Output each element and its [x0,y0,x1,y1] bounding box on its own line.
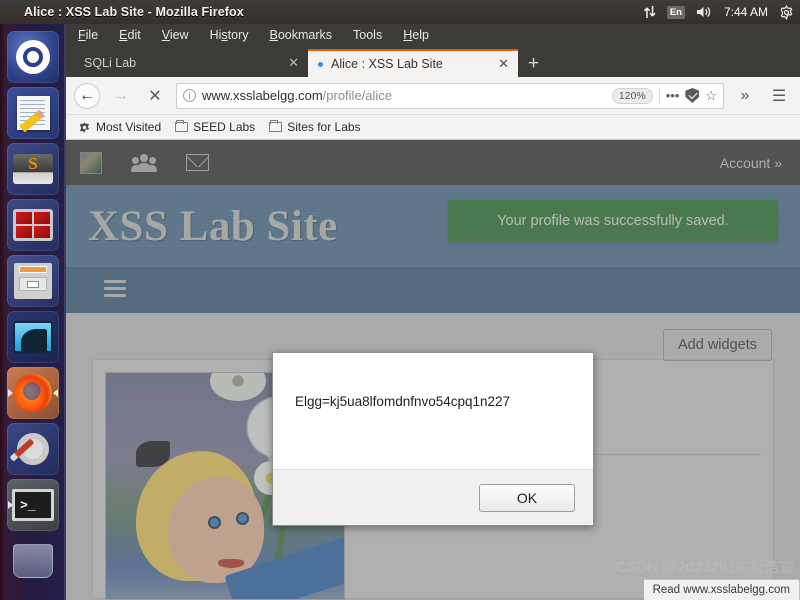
gear-icon [80,121,89,133]
alert-footer: OK [273,469,593,525]
launcher-item-terminal[interactable]: >_ [7,479,59,531]
terminal-icon: >_ [12,489,54,521]
stop-button[interactable]: ✕ [142,83,168,109]
hamburger-menu-icon[interactable] [104,279,126,301]
clock[interactable]: 7:44 AM [724,5,768,19]
trash-icon [13,544,53,578]
launcher-item-trash[interactable] [7,535,59,587]
menu-file[interactable]: File [78,28,98,42]
unity-top-panel: Alice : XSS Lab Site - Mozilla Firefox E… [0,0,800,24]
tab-label: SQLi Lab [84,56,137,70]
files-icon [14,263,52,299]
forward-button[interactable]: → [108,83,134,109]
url-host: www.xsslabelgg.com [202,88,323,103]
hamburger-menu-button[interactable]: ☰ [766,83,792,109]
alert-body: Elgg=kj5ua8lfomdnfnvo54cpq1n227 [273,353,593,469]
menu-history[interactable]: History [210,28,249,42]
menu-tools[interactable]: Tools [353,28,382,42]
site-info-icon[interactable]: i [183,89,196,102]
screen-root: Alice : XSS Lab Site - Mozilla Firefox E… [0,0,800,600]
elgg-topbar: Account » [66,140,800,185]
envelope-icon[interactable] [186,154,209,171]
launcher-item-files[interactable] [7,255,59,307]
bookmarks-toolbar: Most Visited SEED Labs Sites for Labs [66,115,800,140]
firefox-window: File Edit View History Bookmarks Tools H… [66,24,800,600]
wireshark-icon [13,321,53,353]
menu-bookmarks[interactable]: Bookmarks [270,28,333,42]
bookmark-most-visited[interactable]: Most Visited [78,120,161,134]
menu-help[interactable]: Help [403,28,429,42]
launcher-item-system-settings[interactable] [7,423,59,475]
add-widgets-button[interactable]: Add widgets [663,329,772,361]
launcher-item-ubuntu-dash[interactable] [7,31,59,83]
tab-strip: SQLi Lab ✕ Alice : XSS Lab Site ✕ + [66,46,800,77]
menu-edit[interactable]: Edit [119,28,141,42]
bookmark-star-icon[interactable]: ☆ [705,88,717,104]
menu-bar: File Edit View History Bookmarks Tools H… [66,24,800,46]
keyboard-layout-indicator[interactable]: En [666,5,685,19]
user-avatar-icon[interactable] [80,151,102,174]
navigation-toolbar: ← → ✕ i www.xsslabelgg.com/profile/alice… [66,77,800,115]
launcher-item-vmware[interactable] [7,199,59,251]
tab-loading-dot-icon [318,61,323,67]
bookmark-label: Sites for Labs [287,120,361,134]
success-message-banner: Your profile was successfully saved. [448,200,778,242]
url-separator [658,87,660,104]
back-button[interactable]: ← [74,82,100,109]
settings-gear-icon [9,433,49,465]
account-menu[interactable]: Account » [720,155,782,171]
alert-message: Elgg=kj5ua8lfomdnfnvo54cpq1n227 [295,394,511,409]
page-content: Account » XSS Lab Site Your profile was … [66,140,800,600]
bookmark-label: SEED Labs [193,120,256,134]
network-up-down-icon[interactable] [643,5,656,19]
tab-close-icon[interactable]: ✕ [498,56,509,72]
elgg-topbar-icons [80,151,209,174]
tab-label: Alice : XSS Lab Site [331,57,443,71]
menu-view[interactable]: View [162,28,189,42]
javascript-alert-dialog: Elgg=kj5ua8lfomdnfnvo54cpq1n227 OK [272,352,594,526]
tab-sqli-lab[interactable]: SQLi Lab ✕ [70,49,308,77]
url-text: www.xsslabelgg.com/profile/alice [202,88,606,103]
alert-ok-button[interactable]: OK [479,483,575,512]
folder-icon [175,119,189,132]
tab-close-icon[interactable]: ✕ [288,55,299,71]
friends-icon[interactable] [131,153,157,172]
bookmark-label: Most Visited [96,120,162,134]
sublime-text-icon: S [13,154,53,184]
volume-icon[interactable] [696,5,713,19]
overflow-chevron-icon[interactable]: » [732,83,758,109]
tab-alice-xss-lab-site[interactable]: Alice : XSS Lab Site ✕ [308,49,518,77]
tracking-protection-shield-icon[interactable] [685,88,700,103]
zoom-level-badge[interactable]: 120% [611,87,653,104]
text-editor-icon [16,96,50,133]
status-bar: Read www.xsslabelgg.com [643,579,800,600]
unity-indicators: En 7:44 AM [643,0,794,24]
bookmark-seed-labs[interactable]: SEED Labs [175,119,256,134]
launcher-item-text-editor[interactable] [7,87,59,139]
launcher-item-sublime-text[interactable]: S [7,143,59,195]
elgg-site-header: XSS Lab Site Your profile was successful… [66,185,800,267]
firefox-icon [14,374,52,412]
ubuntu-logo-icon [16,40,50,74]
launcher-item-wireshark[interactable] [7,311,59,363]
elgg-navbar [66,267,800,313]
status-bar-text: Read www.xsslabelgg.com [652,584,790,596]
unity-launcher: S >_ [0,24,66,600]
vmware-icon [13,209,53,241]
launcher-item-firefox[interactable] [7,367,59,419]
new-tab-button[interactable]: + [518,54,549,77]
window-title: Alice : XSS Lab Site - Mozilla Firefox [24,5,244,19]
url-path: /profile/alice [322,88,393,103]
gear-icon[interactable] [779,4,794,20]
site-title: XSS Lab Site [88,202,338,250]
bookmark-sites-for-labs[interactable]: Sites for Labs [269,119,361,134]
url-bar[interactable]: i www.xsslabelgg.com/profile/alice 120% … [176,82,724,109]
page-actions-icon[interactable]: ••• [666,88,680,103]
watermark: CSDN @20232819-祝浩宣 [615,559,794,576]
folder-icon [269,119,283,132]
